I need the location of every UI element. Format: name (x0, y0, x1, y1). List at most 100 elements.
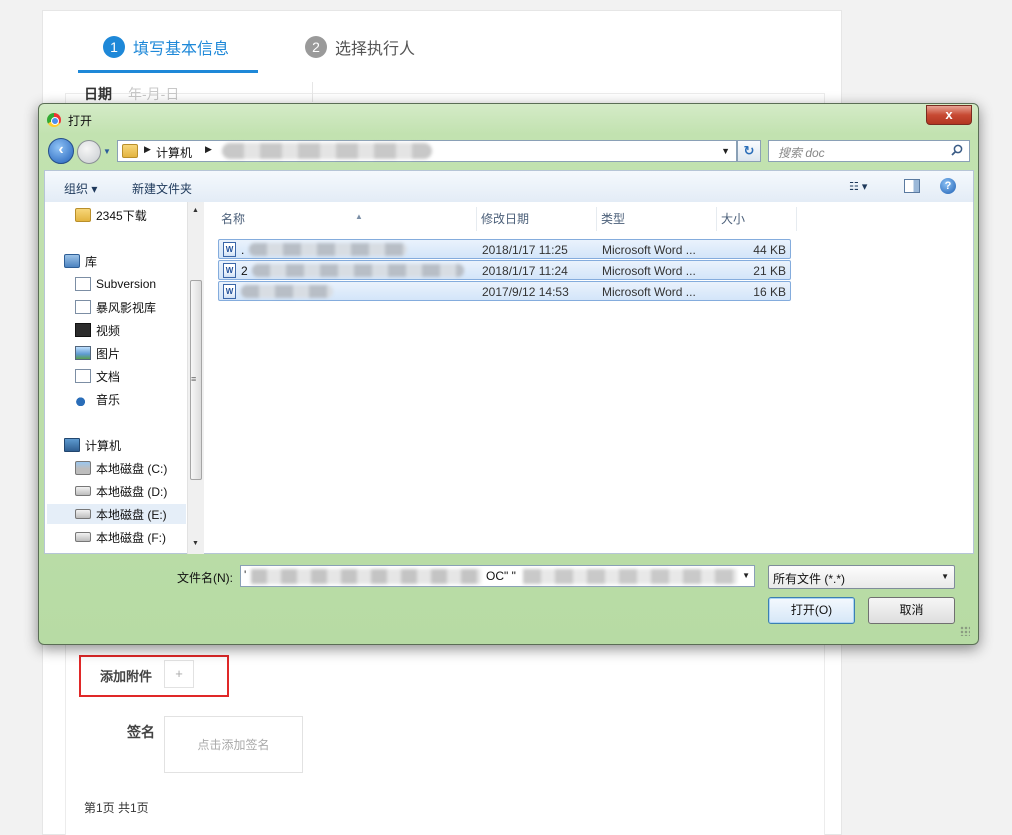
nav-item-music[interactable]: 音乐 (75, 389, 120, 409)
music-icon (75, 392, 91, 406)
nav-item-documents[interactable]: 文档 (75, 366, 120, 386)
folder-icon (122, 144, 138, 158)
file-date: 2018/1/17 11:25 (482, 243, 568, 257)
chevron-down-icon[interactable]: ▼ (941, 572, 949, 581)
nav-item-pictures[interactable]: 图片 (75, 343, 120, 363)
file-row[interactable]: W 2 2018/1/17 11:24 Microsoft Word ... 2… (218, 260, 791, 280)
nav-item-label: 暴风影视库 (96, 300, 157, 315)
signature-label: 签名 (127, 724, 155, 740)
navigation-pane: 2345下载 库 Subversion 暴风影视库 视频 图片 文档 音乐 计算… (45, 202, 205, 554)
folder-icon (75, 208, 91, 222)
drive-icon (75, 509, 91, 519)
document-icon (75, 369, 91, 383)
refresh-icon[interactable]: ↻ (737, 140, 761, 162)
step-1[interactable]: 1 填写基本信息 (103, 35, 229, 59)
sort-ascending-icon: ▲ (355, 212, 363, 221)
date-input[interactable]: 年-月-日 (128, 84, 179, 104)
nav-item-subversion[interactable]: Subversion (75, 274, 156, 294)
step-1-number: 1 (103, 36, 125, 58)
nav-item-2345-download[interactable]: 2345下载 (75, 205, 147, 225)
word-document-icon: W (223, 263, 236, 278)
address-row: ‹ ▼ ▶ 计算机 ▶ ▼ ↻ 搜索 doc (39, 135, 978, 167)
nav-item-drive-e[interactable]: 本地磁盘 (E:) (47, 504, 186, 524)
column-header-name[interactable]: ▲ 名称 (217, 207, 477, 231)
nav-item-drive-d[interactable]: 本地磁盘 (D:) (75, 481, 167, 501)
nav-item-label: Subversion (96, 277, 157, 291)
blurred-filename (241, 285, 333, 298)
step-2[interactable]: 2 选择执行人 (305, 35, 415, 59)
step-2-label: 选择执行人 (335, 41, 416, 58)
history-dropdown-icon[interactable]: ▼ (103, 147, 111, 156)
divider (312, 82, 313, 102)
search-icon[interactable] (951, 144, 963, 156)
add-attachment-button[interactable]: + (164, 660, 194, 688)
nav-item-computer[interactable]: 计算机 (64, 435, 121, 455)
organize-menu[interactable]: 组织 ▾ (64, 180, 97, 197)
forward-arrow-icon[interactable] (77, 140, 101, 164)
column-header-size[interactable]: 大小 (717, 207, 797, 231)
computer-icon (64, 438, 80, 452)
nav-item-drive-f[interactable]: 本地磁盘 (F:) (75, 527, 166, 547)
nav-item-videos[interactable]: 视频 (75, 320, 120, 340)
blurred-filename (251, 569, 481, 584)
nav-item-label: 本地磁盘 (F:) (96, 530, 166, 545)
nav-item-label: 本地磁盘 (E:) (96, 507, 167, 522)
nav-item-label: 计算机 (85, 438, 122, 453)
new-folder-button[interactable]: 新建文件夹 (132, 180, 192, 197)
nav-item-label: 本地磁盘 (C:) (96, 461, 168, 476)
close-button[interactable]: x (926, 105, 972, 125)
file-row[interactable]: W . 2018/1/17 11:25 Microsoft Word ... 4… (218, 239, 791, 259)
signature-box[interactable]: 点击添加签名 (164, 716, 303, 773)
breadcrumb-computer[interactable]: 计算机 (156, 144, 192, 161)
pagination-text: 第1页 共1页 (84, 801, 149, 815)
search-input[interactable]: 搜索 doc (768, 140, 970, 162)
drive-icon (75, 486, 91, 496)
drive-icon (75, 532, 91, 542)
address-dropdown-icon[interactable]: ▼ (721, 146, 730, 156)
nav-item-label: 图片 (96, 346, 121, 361)
document-icon (75, 277, 91, 291)
blurred-path (222, 143, 432, 159)
view-options-icon[interactable]: ☷ ▾ (849, 180, 889, 194)
nav-item-baofeng[interactable]: 暴风影视库 (75, 297, 156, 317)
filename-input[interactable]: ' OC" " ▼ (240, 565, 755, 587)
nav-item-label: 2345下载 (96, 208, 147, 223)
nav-item-label: 库 (85, 254, 98, 269)
filename-dropdown-icon[interactable]: ▼ (742, 571, 750, 580)
column-header-label: 修改日期 (481, 212, 530, 226)
nav-item-label: 文档 (96, 369, 121, 384)
nav-item-libraries[interactable]: 库 (64, 251, 97, 271)
nav-scrollbar[interactable]: ▲ ≡ ▼ (187, 202, 204, 554)
preview-pane-icon[interactable] (904, 179, 920, 193)
word-document-icon: W (223, 284, 236, 299)
filter-value: 所有文件 (*.*) (773, 572, 846, 586)
dialog-toolbar: 组织 ▾ 新建文件夹 ☷ ▾ ? (44, 170, 974, 202)
help-icon[interactable]: ? (940, 178, 956, 194)
back-arrow-icon[interactable]: ‹ (48, 138, 74, 164)
open-button[interactable]: 打开(O) (768, 597, 855, 624)
column-header-label: 名称 (221, 212, 246, 226)
file-type: Microsoft Word ... (602, 243, 696, 257)
blurred-filename (523, 569, 737, 584)
chevron-right-icon[interactable]: ▶ (205, 144, 212, 155)
dialog-footer: 文件名(N): ' OC" " ▼ 所有文件 (*.*) ▼ 打开(O) 取消 (44, 554, 974, 640)
file-type-filter[interactable]: 所有文件 (*.*) ▼ (768, 565, 955, 589)
column-header-date[interactable]: 修改日期 (477, 207, 597, 231)
nav-item-drive-c[interactable]: 本地磁盘 (C:) (75, 458, 167, 478)
file-row[interactable]: W 2017/9/12 14:53 Microsoft Word ... 16 … (218, 281, 791, 301)
filename-visible-text: ' (244, 568, 247, 582)
address-bar[interactable]: ▶ 计算机 ▶ ▼ (117, 140, 737, 162)
chrome-icon (47, 113, 61, 127)
blurred-filename (249, 243, 407, 256)
dialog-body: 2345下载 库 Subversion 暴风影视库 视频 图片 文档 音乐 计算… (44, 202, 974, 554)
scroll-up-icon[interactable]: ▲ (192, 207, 199, 214)
dialog-titlebar[interactable]: 打开 x (39, 104, 978, 134)
grip-icon: ≡ (191, 374, 197, 384)
scroll-down-icon[interactable]: ▼ (192, 540, 199, 547)
cancel-button[interactable]: 取消 (868, 597, 955, 624)
resize-grip-icon[interactable] (960, 626, 970, 636)
column-header-type[interactable]: 类型 (597, 207, 717, 231)
search-placeholder: 搜索 doc (778, 146, 825, 160)
system-drive-icon (75, 461, 91, 475)
chevron-right-icon[interactable]: ▶ (144, 144, 151, 155)
